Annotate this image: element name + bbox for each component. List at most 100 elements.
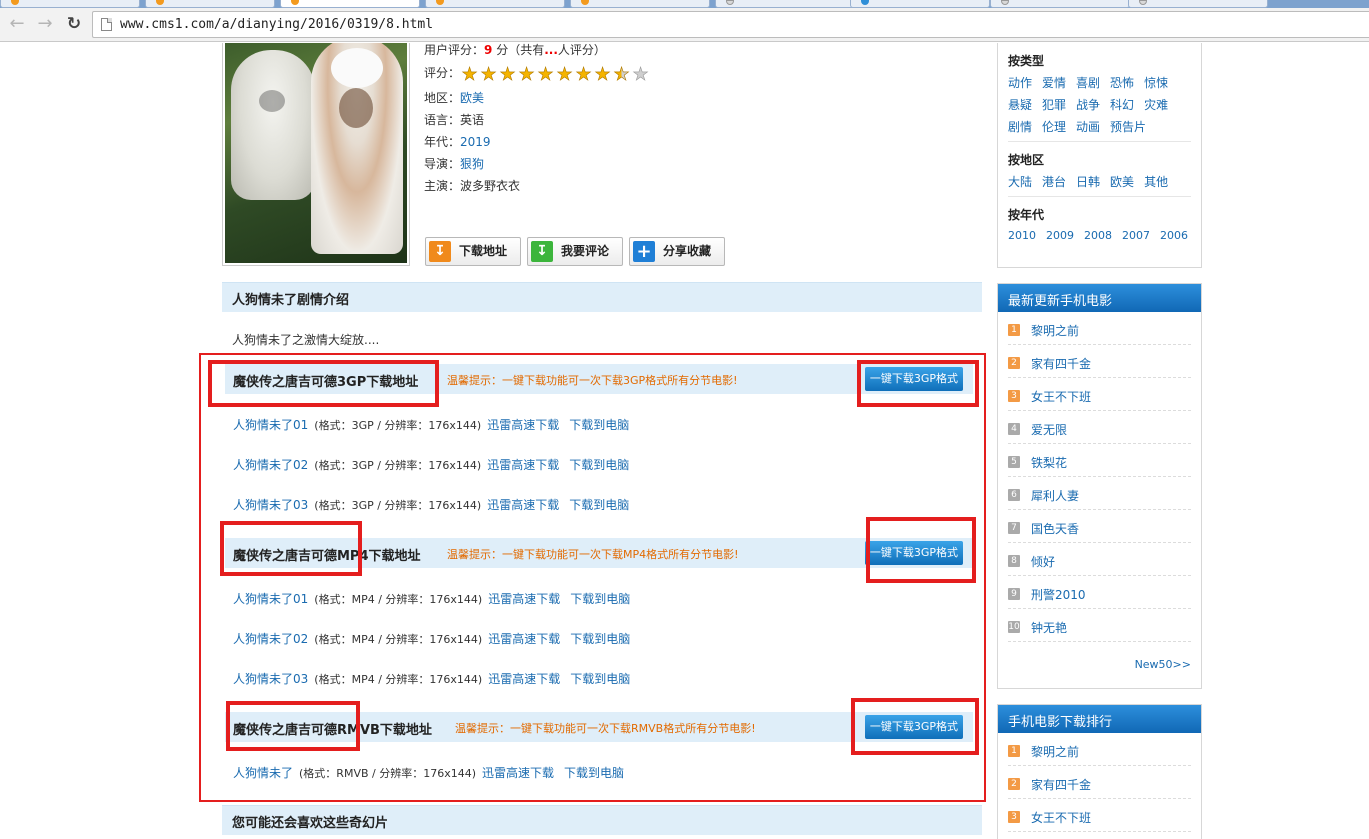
director-link[interactable]: 狠狗 (460, 157, 484, 171)
write-comment-button[interactable]: ↧ 我要评论 (527, 237, 623, 266)
rank-item[interactable]: 7 国色天香 (1008, 510, 1191, 543)
type-link[interactable]: 伦理 (1042, 120, 1066, 134)
browser-tab[interactable] (850, 0, 990, 8)
rank-item-link[interactable]: 女王不下班 (1031, 388, 1091, 405)
episode-link[interactable]: 人狗情未了03 (233, 672, 308, 686)
rank-item[interactable]: 8 倾好 (1008, 543, 1191, 576)
pc-download-link[interactable]: 下载到电脑 (569, 458, 629, 472)
browser-tab[interactable] (570, 0, 710, 8)
rank-item-link[interactable]: 刑警2010 (1031, 586, 1086, 603)
star-icon[interactable]: ★ (593, 65, 612, 84)
star-rating-stars[interactable]: ★ ★ ★ ★ ★ ★ ★ ★ ★ ★ (460, 65, 650, 84)
rank-item-link[interactable]: 黎明之前 (1031, 743, 1079, 760)
star-icon[interactable]: ★ (517, 65, 536, 84)
episode-link[interactable]: 人狗情未了 (233, 766, 293, 780)
address-bar[interactable]: www.cms1.com/a/dianying/2016/0319/8.html (92, 11, 1369, 38)
episode-link[interactable]: 人狗情未了01 (233, 418, 308, 432)
episode-link[interactable]: 人狗情未了02 (233, 458, 308, 472)
type-link[interactable]: 灾难 (1144, 98, 1168, 112)
region-link[interactable]: 大陆 (1008, 175, 1032, 189)
type-link[interactable]: 恐怖 (1110, 76, 1134, 90)
xunlei-download-link[interactable]: 迅雷高速下载 (488, 592, 560, 606)
star-icon[interactable]: ★ (536, 65, 555, 84)
rank-item[interactable]: 5 铁梨花 (1008, 444, 1191, 477)
year-link[interactable]: 2008 (1084, 229, 1112, 242)
type-link[interactable]: 战争 (1076, 98, 1100, 112)
rank-item-link[interactable]: 家有四千金 (1031, 355, 1091, 372)
forward-arrow-icon[interactable]: → (34, 13, 56, 35)
year-link[interactable]: 2007 (1122, 229, 1150, 242)
pc-download-link[interactable]: 下载到电脑 (564, 766, 624, 780)
type-link[interactable]: 爱情 (1042, 76, 1066, 90)
xunlei-download-link[interactable]: 迅雷高速下载 (487, 498, 559, 512)
xunlei-download-link[interactable]: 迅雷高速下载 (482, 766, 554, 780)
xunlei-download-link[interactable]: 迅雷高速下载 (487, 458, 559, 472)
episode-link[interactable]: 人狗情未了01 (233, 592, 308, 606)
year-link[interactable]: 2010 (1008, 229, 1036, 242)
star-icon[interactable]: ★ (631, 65, 650, 84)
rank-item[interactable]: 2 家有四千金 (1008, 345, 1191, 378)
browser-tab[interactable] (0, 0, 140, 8)
episode-link[interactable]: 人狗情未了03 (233, 498, 308, 512)
star-icon[interactable]: ★ (574, 65, 593, 84)
reload-icon[interactable]: ↻ (63, 13, 85, 35)
rank-item-link[interactable]: 钟无艳 (1031, 619, 1067, 636)
type-link[interactable]: 剧情 (1008, 120, 1032, 134)
pc-download-link[interactable]: 下载到电脑 (570, 672, 630, 686)
rank-item[interactable]: 1 黎明之前 (1008, 733, 1191, 766)
rank-item-link[interactable]: 家有四千金 (1031, 776, 1091, 793)
pc-download-link[interactable]: 下载到电脑 (569, 418, 629, 432)
star-icon[interactable]: ★ (612, 65, 631, 84)
region-link[interactable]: 港台 (1042, 175, 1066, 189)
address-url[interactable]: www.cms1.com/a/dianying/2016/0319/8.html (120, 17, 433, 32)
browser-tab-active[interactable] (280, 0, 420, 8)
xunlei-download-link[interactable]: 迅雷高速下载 (488, 672, 560, 686)
rank-item[interactable]: 2 家有四千金 (1008, 766, 1191, 799)
rank-item-link[interactable]: 国色天香 (1031, 520, 1079, 537)
pc-download-link[interactable]: 下载到电脑 (570, 592, 630, 606)
star-icon[interactable]: ★ (498, 65, 517, 84)
rank-item[interactable]: 3 女王不下班 (1008, 799, 1191, 832)
star-icon[interactable]: ★ (479, 65, 498, 84)
rank-item-link[interactable]: 倾好 (1031, 553, 1055, 570)
region-link[interactable]: 日韩 (1076, 175, 1100, 189)
rank-item[interactable]: 10 钟无艳 (1008, 609, 1191, 642)
episode-link[interactable]: 人狗情未了02 (233, 632, 308, 646)
region-link[interactable]: 欧美 (1110, 175, 1134, 189)
region-link[interactable]: 欧美 (460, 91, 484, 105)
type-link[interactable]: 动作 (1008, 76, 1032, 90)
type-link[interactable]: 犯罪 (1042, 98, 1066, 112)
back-arrow-icon[interactable]: ← (6, 13, 28, 35)
movie-poster[interactable] (222, 43, 410, 266)
rank-item-link[interactable]: 黎明之前 (1031, 322, 1079, 339)
rank-item[interactable]: 1 黎明之前 (1008, 312, 1191, 345)
rank-item[interactable]: 3 女王不下班 (1008, 378, 1191, 411)
year-link[interactable]: 2009 (1046, 229, 1074, 242)
xunlei-download-link[interactable]: 迅雷高速下载 (487, 418, 559, 432)
type-link[interactable]: 预告片 (1110, 120, 1146, 134)
type-link[interactable]: 悬疑 (1008, 98, 1032, 112)
star-icon[interactable]: ★ (555, 65, 574, 84)
rank-item[interactable]: 6 犀利人妻 (1008, 477, 1191, 510)
browser-tab[interactable] (425, 0, 565, 8)
browser-tab[interactable] (1128, 0, 1268, 8)
type-link[interactable]: 喜剧 (1076, 76, 1100, 90)
more-link[interactable]: New50>> (1135, 658, 1191, 671)
year-link[interactable]: 2019 (460, 135, 491, 149)
rank-item-link[interactable]: 女王不下班 (1031, 809, 1091, 826)
rank-item[interactable]: 9 刑警2010 (1008, 576, 1191, 609)
rank-item-link[interactable]: 爱无限 (1031, 421, 1067, 438)
region-link[interactable]: 其他 (1144, 175, 1168, 189)
rank-item-link[interactable]: 犀利人妻 (1031, 487, 1079, 504)
year-link[interactable]: 2006 (1160, 229, 1188, 242)
type-link[interactable]: 动画 (1076, 120, 1100, 134)
pc-download-link[interactable]: 下载到电脑 (569, 498, 629, 512)
rank-item-link[interactable]: 铁梨花 (1031, 454, 1067, 471)
share-favorite-button[interactable]: + 分享收藏 (629, 237, 725, 266)
rank-item[interactable]: 4 爱无限 (1008, 411, 1191, 444)
pc-download-link[interactable]: 下载到电脑 (570, 632, 630, 646)
type-link[interactable]: 科幻 (1110, 98, 1134, 112)
browser-tab[interactable] (990, 0, 1130, 8)
star-icon[interactable]: ★ (460, 65, 479, 84)
type-link[interactable]: 惊悚 (1144, 76, 1168, 90)
